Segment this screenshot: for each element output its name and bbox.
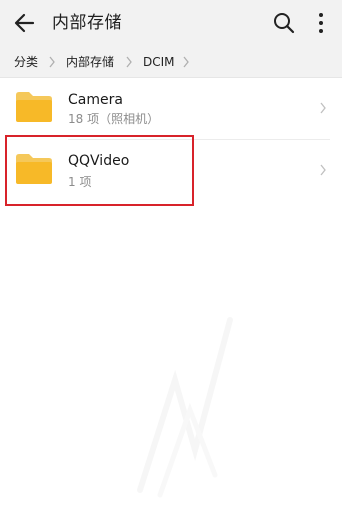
- breadcrumb-item-dcim[interactable]: DCIM: [143, 54, 175, 70]
- breadcrumb-item-category[interactable]: 分类: [14, 54, 38, 70]
- search-icon: [274, 13, 295, 34]
- chevron-right-icon: [320, 164, 326, 176]
- watermark-graphic: [137, 317, 233, 498]
- breadcrumb-item-internal-storage[interactable]: 内部存储: [66, 54, 114, 70]
- folder-subtitle: 18 项（照相机）: [68, 112, 160, 126]
- chevron-right-icon: [126, 56, 132, 68]
- folder-icon: [16, 92, 52, 122]
- highlight-box: [5, 135, 194, 206]
- app-bar: 内部存储: [0, 0, 342, 46]
- list-item-camera[interactable]: Camera 18 项（照相机）: [0, 78, 342, 140]
- breadcrumb: 分类 内部存储 DCIM: [0, 46, 342, 78]
- folder-name: Camera: [68, 92, 123, 108]
- chevron-right-icon: [320, 102, 326, 114]
- chevron-right-icon: [49, 56, 55, 68]
- arrow-left-icon: [14, 13, 35, 33]
- page-title: 内部存储: [52, 13, 122, 33]
- chevron-right-icon: [183, 56, 189, 68]
- more-options-button[interactable]: [314, 11, 328, 35]
- more-vertical-icon: [319, 13, 323, 33]
- back-button[interactable]: [12, 10, 38, 36]
- search-button[interactable]: [272, 11, 296, 35]
